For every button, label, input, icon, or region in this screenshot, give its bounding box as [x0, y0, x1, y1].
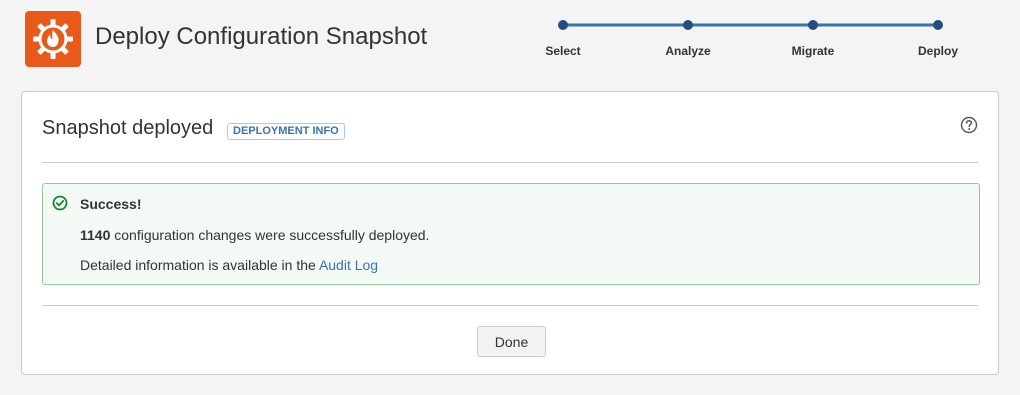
- check-circle-icon: [52, 195, 68, 211]
- alert-message: 1140 configuration changes were successf…: [80, 227, 429, 243]
- success-alert: Success! 1140 configuration changes were…: [42, 183, 980, 285]
- step-label-migrate: Migrate: [791, 44, 835, 58]
- step-dot-migrate: [808, 20, 818, 30]
- gear-flame-icon: [33, 19, 73, 59]
- step-dot-analyze: [683, 20, 693, 30]
- question-circle-icon[interactable]: [960, 116, 978, 134]
- alert-detail-text: Detailed information is available in the: [80, 257, 316, 273]
- done-button[interactable]: Done: [477, 326, 546, 357]
- panel-title: Snapshot deployed: [42, 117, 214, 139]
- page-title: Deploy Configuration Snapshot: [95, 23, 428, 50]
- audit-log-link[interactable]: Audit Log: [319, 257, 378, 273]
- stepper-track: [558, 20, 943, 30]
- panel-divider-top: [42, 162, 978, 163]
- step-label-analyze: Analyze: [665, 44, 711, 58]
- deployment-info-badge[interactable]: DEPLOYMENT INFO: [227, 123, 345, 140]
- step-label-deploy: Deploy: [917, 44, 959, 58]
- step-dot-select: [558, 20, 568, 30]
- progress-stepper: Select Analyze Migrate Deploy: [540, 14, 980, 64]
- app-logo: [25, 11, 81, 67]
- step-label-select: Select: [545, 44, 581, 58]
- main-panel: Snapshot deployed DEPLOYMENT INFO Succes…: [21, 91, 999, 375]
- step-dot-deploy: [933, 20, 943, 30]
- panel-divider-bottom: [42, 305, 978, 306]
- alert-detail: Detailed information is available in the…: [80, 257, 378, 273]
- alert-message-text: configuration changes were successfully …: [114, 227, 430, 243]
- alert-title: Success!: [80, 196, 142, 212]
- change-count: 1140: [80, 227, 111, 243]
